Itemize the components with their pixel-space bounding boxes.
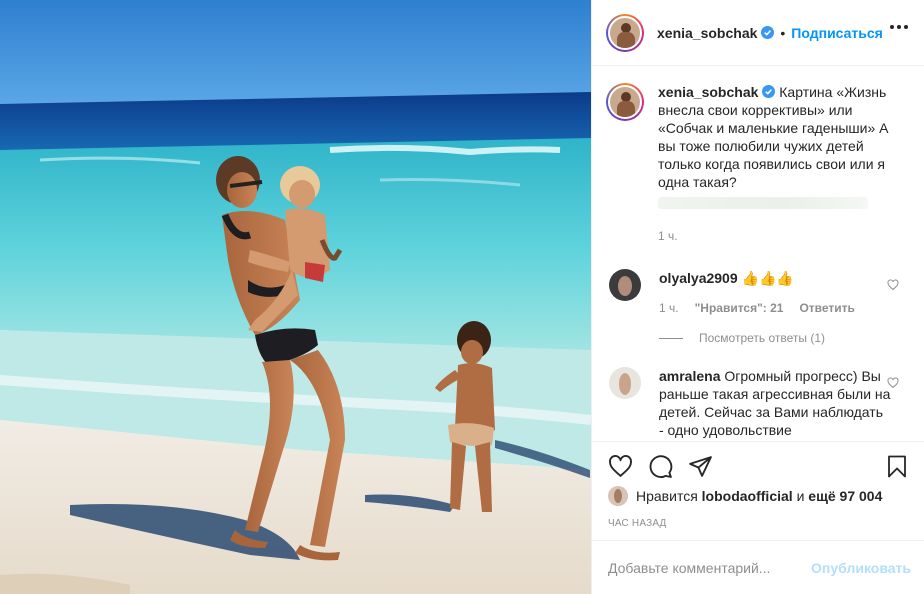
verified-badge-icon bbox=[761, 26, 775, 39]
likes-prefix: Нравится bbox=[636, 488, 698, 504]
verified-badge-icon bbox=[762, 85, 776, 98]
follow-button[interactable]: Подписаться bbox=[791, 25, 883, 41]
comment-like-heart-icon[interactable] bbox=[887, 377, 899, 389]
commenter-avatar[interactable] bbox=[609, 269, 641, 301]
comment-text: 👍👍👍 bbox=[741, 270, 794, 286]
comment-time[interactable]: 1 ч. bbox=[659, 299, 679, 317]
more-options-icon[interactable] bbox=[890, 25, 908, 29]
header-separator: • bbox=[780, 24, 786, 41]
likes-and: и bbox=[796, 488, 805, 504]
comment-like-heart-icon[interactable] bbox=[887, 279, 899, 291]
author-avatar[interactable] bbox=[606, 13, 644, 52]
post-side-panel: xenia_sobchak • Подписаться xenia_sobcha… bbox=[591, 0, 924, 594]
caption-time[interactable]: 1 ч. bbox=[658, 227, 898, 245]
blurred-hashtags bbox=[658, 197, 868, 209]
commenter-username[interactable]: amralena bbox=[659, 368, 720, 384]
author-username[interactable]: xenia_sobchak bbox=[657, 25, 757, 41]
view-replies-button[interactable]: Посмотреть ответы (1) bbox=[659, 329, 891, 347]
liker-username[interactable]: lobodaofficial bbox=[702, 488, 793, 504]
post-time[interactable]: ЧАС НАЗАД bbox=[608, 518, 909, 529]
caption: xenia_sobchak Картина «Жизнь внесла свои… bbox=[606, 83, 909, 245]
comment-item: olyalya2909 👍👍👍 1 ч. "Нравится": 21 Отве… bbox=[606, 269, 909, 347]
likes-count[interactable]: ещё 97 004 bbox=[808, 488, 882, 504]
caption-avatar[interactable] bbox=[606, 83, 644, 121]
bookmark-icon[interactable] bbox=[885, 454, 909, 479]
post-actions: Нравится lobodaofficial и ещё 97 004 ЧАС… bbox=[592, 441, 924, 529]
liker-avatar bbox=[608, 486, 628, 506]
comment-input[interactable]: Добавьте комментарий... bbox=[608, 560, 770, 576]
commenter-avatar[interactable] bbox=[609, 367, 641, 399]
comment-icon[interactable] bbox=[648, 454, 673, 479]
view-replies-label: Посмотреть ответы (1) bbox=[699, 331, 826, 345]
commenter-username[interactable]: olyalya2909 bbox=[659, 270, 738, 286]
reply-button[interactable]: Ответить bbox=[799, 299, 854, 317]
post-header: xenia_sobchak • Подписаться bbox=[592, 0, 924, 66]
publish-button[interactable]: Опубликовать bbox=[811, 560, 911, 576]
comment-likes[interactable]: "Нравится": 21 bbox=[695, 299, 784, 317]
post-photo[interactable] bbox=[0, 0, 591, 594]
heart-icon[interactable] bbox=[608, 454, 633, 479]
add-comment-bar: Добавьте комментарий... Опубликовать bbox=[592, 540, 924, 594]
caption-username[interactable]: xenia_sobchak bbox=[658, 84, 758, 100]
comments-list[interactable]: xenia_sobchak Картина «Жизнь внесла свои… bbox=[592, 67, 924, 441]
paper-plane-icon[interactable] bbox=[688, 454, 713, 479]
comment-item: amralena Огромный прогресс) Вы раньше та… bbox=[606, 367, 909, 439]
beach-photo-image bbox=[0, 0, 591, 594]
